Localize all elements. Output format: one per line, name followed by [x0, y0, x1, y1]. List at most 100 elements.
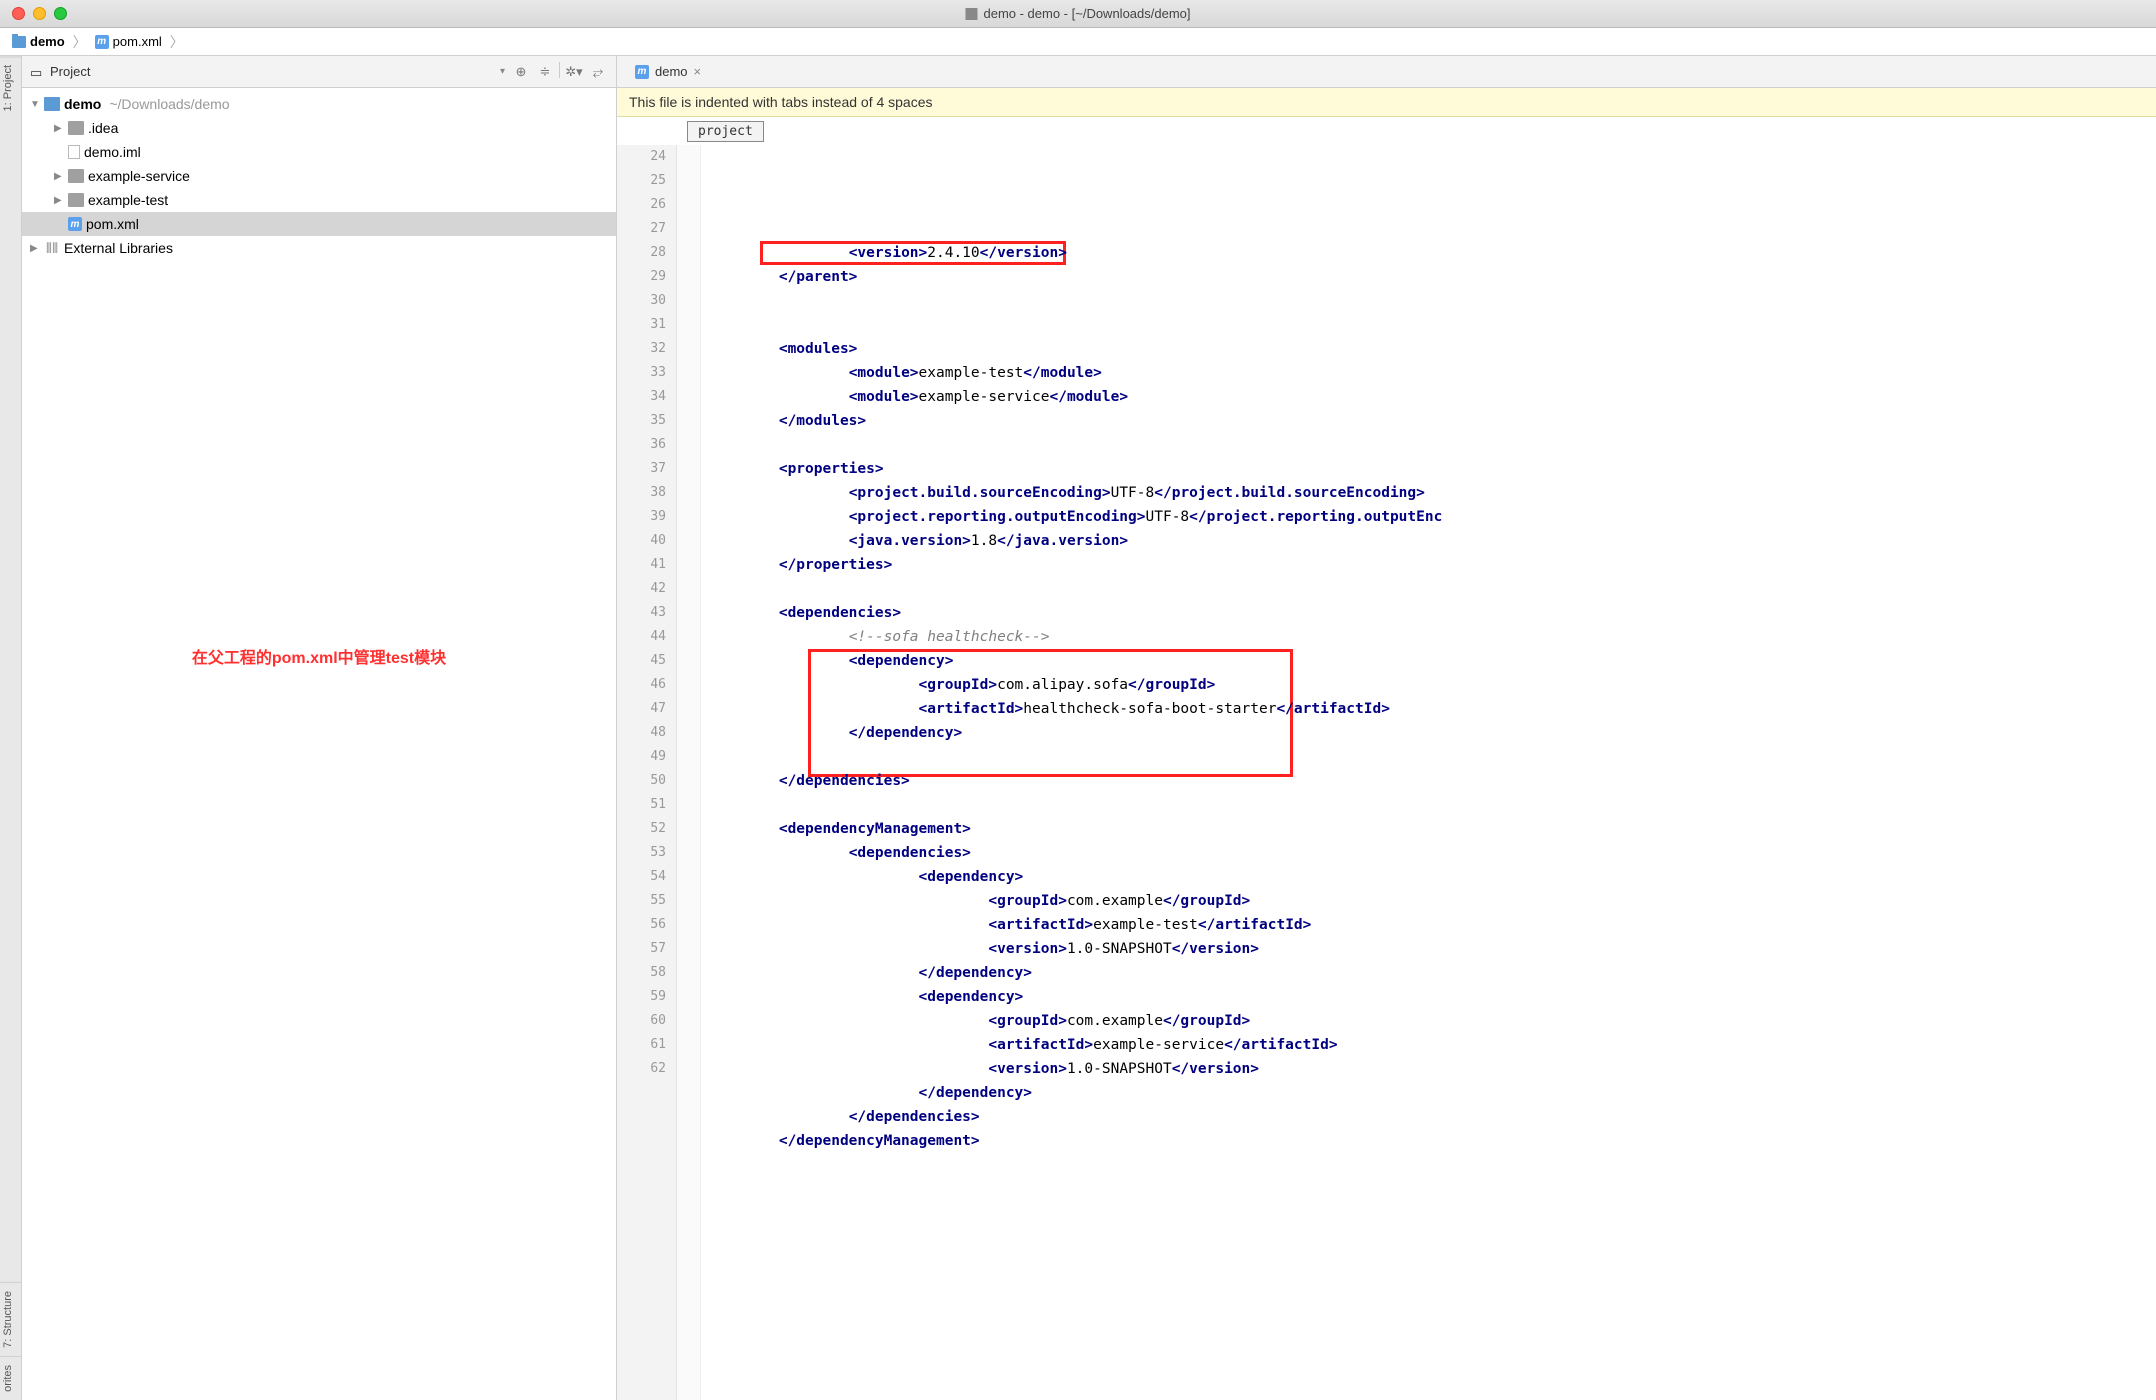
tree-item-example-test[interactable]: example-test: [22, 188, 616, 212]
code-line[interactable]: <groupId>com.alipay.sofa</groupId>: [709, 673, 2156, 697]
tree-item-example-service[interactable]: example-service: [22, 164, 616, 188]
code-line[interactable]: </dependency>: [709, 961, 2156, 985]
line-number: 39: [617, 505, 666, 529]
maximize-window-button[interactable]: [54, 7, 67, 20]
editor-area: m demo × This file is indented with tabs…: [617, 56, 2156, 1400]
code-line[interactable]: [709, 433, 2156, 457]
code-line[interactable]: <dependency>: [709, 649, 2156, 673]
editor-tab-label: demo: [655, 64, 688, 79]
code-line[interactable]: <artifactId>healthcheck-sofa-boot-starte…: [709, 697, 2156, 721]
close-tab-icon[interactable]: ×: [694, 64, 702, 79]
code-line[interactable]: [709, 793, 2156, 817]
gear-icon[interactable]: ✲▾: [564, 62, 584, 82]
code-line[interactable]: <java.version>1.8</java.version>: [709, 529, 2156, 553]
maven-icon: m: [95, 35, 109, 49]
breadcrumb-root-label: demo: [30, 34, 65, 49]
line-number: 54: [617, 865, 666, 889]
code-line[interactable]: </properties>: [709, 553, 2156, 577]
folder-icon: [68, 169, 84, 183]
code-line[interactable]: </dependencies>: [709, 1105, 2156, 1129]
minimize-window-button[interactable]: [33, 7, 46, 20]
left-tool-tabs: 1: Project 7: Structure orites: [0, 56, 22, 1400]
line-number: 58: [617, 961, 666, 985]
editor-tab-demo[interactable]: m demo ×: [625, 56, 711, 87]
code-line[interactable]: </dependencies>: [709, 769, 2156, 793]
line-number: 48: [617, 721, 666, 745]
line-number: 57: [617, 937, 666, 961]
code-line[interactable]: <dependencies>: [709, 601, 2156, 625]
tree-item-label: example-test: [88, 192, 168, 208]
line-number: 46: [617, 673, 666, 697]
line-number: 45: [617, 649, 666, 673]
line-number: 36: [617, 433, 666, 457]
code-line[interactable]: <artifactId>example-service</artifactId>: [709, 1033, 2156, 1057]
code-line[interactable]: <version>2.4.10</version>: [709, 241, 2156, 265]
code-line[interactable]: <groupId>com.example</groupId>: [709, 1009, 2156, 1033]
code-line[interactable]: </modules>: [709, 409, 2156, 433]
line-number: 53: [617, 841, 666, 865]
code-line[interactable]: [709, 745, 2156, 769]
tab-project[interactable]: 1: Project: [0, 56, 21, 119]
code-line[interactable]: </dependency>: [709, 1081, 2156, 1105]
code-line[interactable]: [709, 1153, 2156, 1177]
collapse-icon[interactable]: ≑: [535, 62, 555, 82]
line-number: 40: [617, 529, 666, 553]
breadcrumb-root[interactable]: demo: [6, 34, 71, 49]
code-line[interactable]: <artifactId>example-test</artifactId>: [709, 913, 2156, 937]
code-line[interactable]: <version>1.0-SNAPSHOT</version>: [709, 1057, 2156, 1081]
caret-right-icon[interactable]: [30, 243, 40, 254]
project-panel-title: Project: [50, 64, 494, 79]
tree-item-pom[interactable]: m pom.xml: [22, 212, 616, 236]
code-line[interactable]: <module>example-test</module>: [709, 361, 2156, 385]
code-line[interactable]: <modules>: [709, 337, 2156, 361]
line-number: 55: [617, 889, 666, 913]
tree-root-path: ~/Downloads/demo: [109, 96, 229, 112]
tree-external-libraries[interactable]: ⦀⦀ External Libraries: [22, 236, 616, 260]
folder-icon: [12, 36, 26, 48]
line-number: 30: [617, 289, 666, 313]
code-line[interactable]: [709, 577, 2156, 601]
code-line[interactable]: [709, 289, 2156, 313]
code-line[interactable]: [709, 313, 2156, 337]
code-content[interactable]: <version>2.4.10</version> </parent> <mod…: [701, 145, 2156, 1400]
code-editor[interactable]: 2425262728293031323334353637383940414243…: [617, 145, 2156, 1400]
editor-breadcrumb-row: project: [617, 117, 2156, 145]
caret-right-icon[interactable]: [54, 171, 64, 182]
locate-icon[interactable]: ⊕: [511, 62, 531, 82]
code-line[interactable]: <project.reporting.outputEncoding>UTF-8<…: [709, 505, 2156, 529]
code-line[interactable]: <dependencyManagement>: [709, 817, 2156, 841]
code-line[interactable]: </dependencyManagement>: [709, 1129, 2156, 1153]
hide-icon[interactable]: ⥂: [588, 62, 608, 82]
code-line[interactable]: <groupId>com.example</groupId>: [709, 889, 2156, 913]
project-panel-tools: ⊕ ≑ ✲▾ ⥂: [511, 62, 608, 82]
line-number: 44: [617, 625, 666, 649]
code-line[interactable]: <dependency>: [709, 865, 2156, 889]
code-line[interactable]: <properties>: [709, 457, 2156, 481]
project-tree[interactable]: demo ~/Downloads/demo .idea demo.iml exa…: [22, 88, 616, 264]
code-line[interactable]: <dependencies>: [709, 841, 2156, 865]
folder-icon: [68, 121, 84, 135]
tree-root[interactable]: demo ~/Downloads/demo: [22, 92, 616, 116]
view-mode-dropdown[interactable]: ▾: [500, 66, 505, 77]
tab-structure[interactable]: 7: Structure: [0, 1282, 21, 1356]
caret-right-icon[interactable]: [54, 195, 64, 206]
code-line[interactable]: <module>example-service</module>: [709, 385, 2156, 409]
module-folder-icon: [44, 97, 60, 111]
code-line[interactable]: <!--sofa healthcheck-->: [709, 625, 2156, 649]
code-line[interactable]: <dependency>: [709, 985, 2156, 1009]
caret-down-icon[interactable]: [30, 99, 40, 110]
code-line[interactable]: </parent>: [709, 265, 2156, 289]
code-line[interactable]: <project.build.sourceEncoding>UTF-8</pro…: [709, 481, 2156, 505]
caret-right-icon[interactable]: [54, 123, 64, 134]
tree-item-idea[interactable]: .idea: [22, 116, 616, 140]
window-title-bar: demo - demo - [~/Downloads/demo]: [0, 0, 2156, 28]
code-line[interactable]: <version>1.0-SNAPSHOT</version>: [709, 937, 2156, 961]
tab-favorites[interactable]: orites: [0, 1356, 21, 1400]
close-window-button[interactable]: [12, 7, 25, 20]
code-line[interactable]: </dependency>: [709, 721, 2156, 745]
line-number: 34: [617, 385, 666, 409]
breadcrumb-file[interactable]: m pom.xml: [89, 34, 168, 49]
editor-breadcrumb-project[interactable]: project: [687, 121, 764, 142]
tree-item-iml[interactable]: demo.iml: [22, 140, 616, 164]
line-number: 33: [617, 361, 666, 385]
